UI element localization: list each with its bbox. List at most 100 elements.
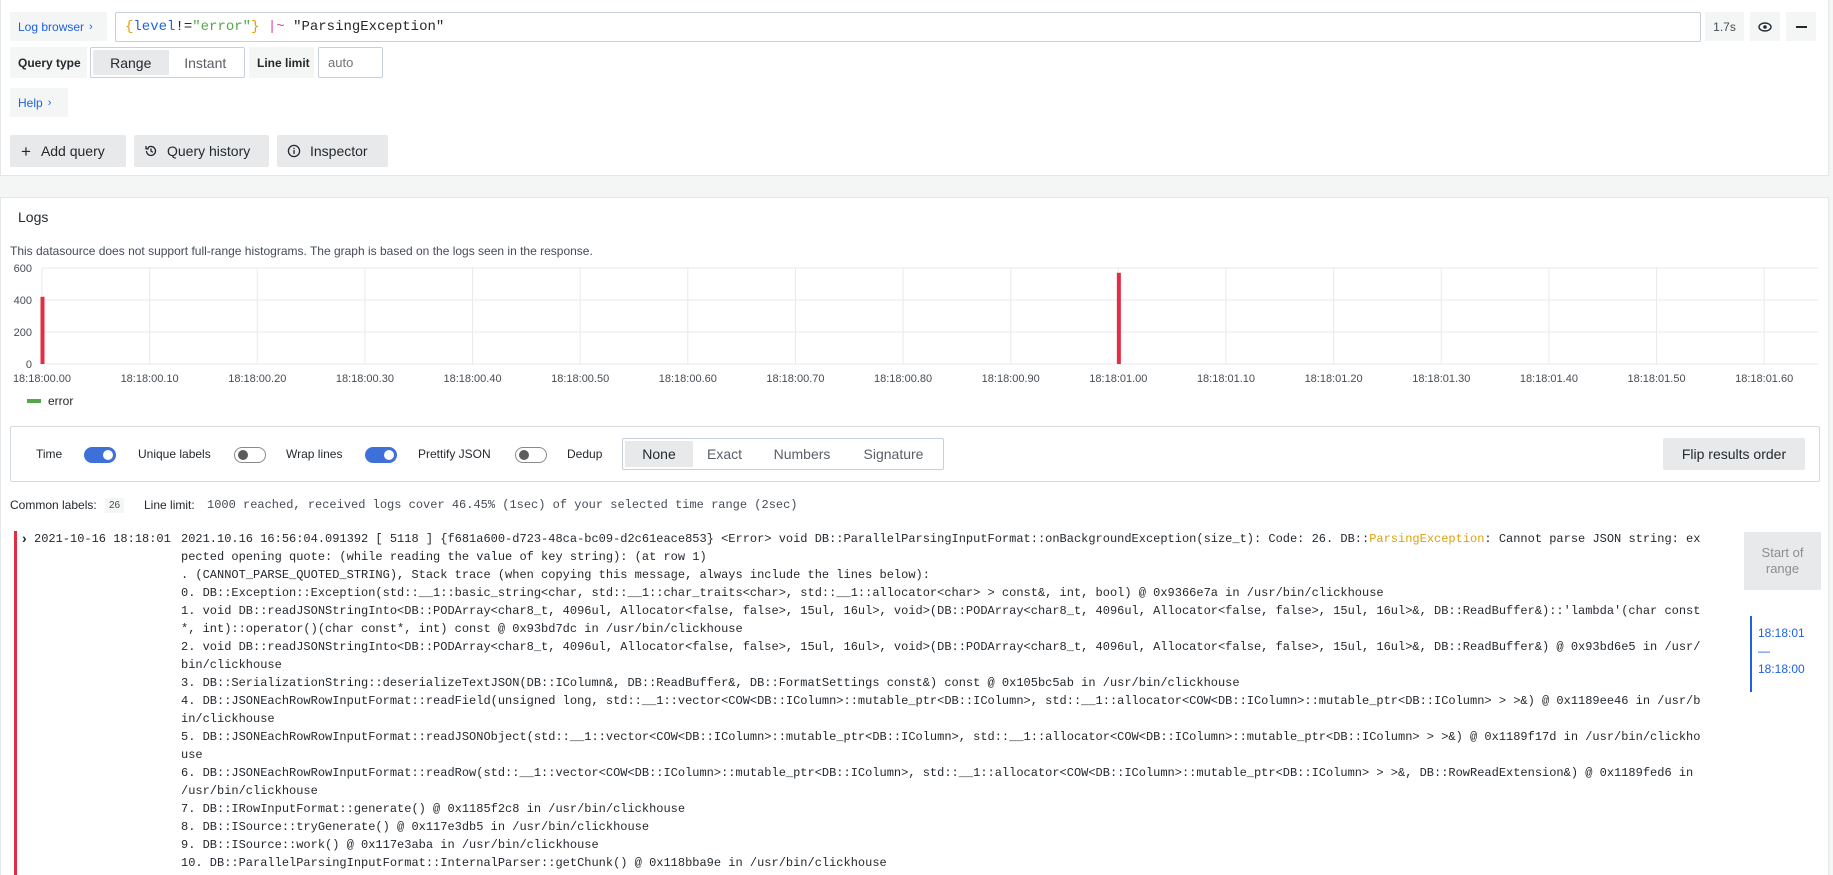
query-type-range[interactable]: Range — [93, 50, 169, 75]
inspector-button[interactable]: Inspector — [277, 135, 388, 167]
log-browser-button[interactable]: Log browser › — [10, 12, 107, 41]
log-message-line: 4. DB::JSONEachRowRowInputFormat::readFi… — [181, 692, 1700, 710]
query-input[interactable]: {level != "error"} |~ "ParsingException" — [115, 12, 1701, 42]
start-of-range-button[interactable]: Start of range — [1744, 532, 1821, 590]
range-top-time: 18:18:01 — [1758, 626, 1805, 640]
visible-range-marker[interactable]: 18:18:01 — 18:18:00 — [1750, 616, 1810, 692]
range-bottom-time: 18:18:00 — [1758, 662, 1805, 676]
histogram-note: This datasource does not support full-ra… — [10, 244, 593, 258]
line-limit-meta-label: Line limit: — [144, 498, 195, 512]
wrap-lines-toggle[interactable] — [365, 447, 397, 463]
dedup-label: Dedup — [567, 447, 603, 461]
log-text: 7. DB::IRowInputFormat::generate() @ 0x1… — [181, 802, 686, 816]
unique-labels-label: Unique labels — [138, 447, 211, 461]
query-token: "error" — [192, 19, 252, 35]
x-tick-label: 18:18:00.00 — [13, 373, 71, 385]
query-history-button[interactable]: Query history — [134, 135, 269, 167]
log-message-line: pected opening quote: (while reading the… — [181, 548, 707, 566]
add-query-button[interactable]: + Add query — [10, 135, 126, 167]
history-icon — [144, 144, 158, 158]
query-token: { — [125, 19, 134, 35]
dedup-exact[interactable]: Exact — [693, 441, 756, 467]
log-text: 3. DB::SerializationString::deserializeT… — [181, 676, 1240, 690]
add-query-label: Add query — [40, 143, 105, 159]
log-message-line: 10. DB::ParallelParsingInputFormat::Inte… — [181, 854, 887, 872]
log-text: *, int)::operator()(char const*, int) co… — [181, 622, 743, 636]
minus-icon[interactable] — [1786, 12, 1816, 41]
query-token: level — [133, 19, 176, 35]
common-labels-count[interactable]: 26 — [105, 498, 125, 513]
query-token: } — [251, 19, 260, 35]
log-text: /usr/bin/clickhouse — [181, 784, 318, 798]
log-message-line: 9. DB::ISource::work() @ 0x117e3aba in /… — [181, 836, 599, 854]
log-message-line: 8. DB::ISource::tryGenerate() @ 0x117e3d… — [181, 818, 649, 836]
x-tick-label: 18:18:01.30 — [1412, 373, 1470, 385]
dedup-none[interactable]: None — [625, 441, 693, 467]
query-type-instant[interactable]: Instant — [169, 50, 243, 75]
query-token: |~ — [259, 19, 294, 35]
logs-panel: Logs This datasource does not support fu… — [0, 197, 1829, 875]
prettify-json-toggle[interactable] — [515, 447, 547, 463]
log-message-line: 6. DB::JSONEachRowRowInputFormat::readRo… — [181, 764, 1693, 782]
line-limit-input[interactable] — [318, 47, 383, 78]
query-editor-panel: Log browser › {level != "error"} |~ "Parsi… — [0, 0, 1829, 176]
logs-title: Logs — [18, 209, 49, 225]
log-timestamp: 2021-10-16 18:18:01 — [34, 532, 171, 546]
log-text: 1. void DB::readJSONStringInto<DB::PODAr… — [181, 604, 1701, 618]
query-type-radio-group: Range Instant — [90, 47, 245, 78]
log-text: in/clickhouse — [181, 712, 275, 726]
chevron-right-icon: › — [47, 96, 52, 109]
logs-histogram: 600 400 200 0 18:18:00.00 18:18:00.10 18:18:00… — [13, 263, 1818, 385]
log-text: 10. DB::ParallelParsingInputFormat::Inte… — [181, 856, 887, 870]
eye-icon[interactable] — [1750, 12, 1780, 41]
dedup-radio-group: None Exact Numbers Signature — [622, 438, 944, 470]
log-message-line: 1. void DB::readJSONStringInto<DB::PODAr… — [181, 602, 1700, 620]
unique-labels-toggle[interactable] — [234, 447, 266, 463]
time-toggle[interactable] — [84, 447, 116, 463]
flip-results-order-button[interactable]: Flip results order — [1663, 438, 1805, 470]
histogram-bar[interactable] — [1116, 272, 1121, 364]
chevron-right-icon[interactable]: › — [22, 530, 27, 546]
log-message-line: use — [181, 746, 203, 764]
info-circle-icon — [287, 144, 301, 158]
legend-swatch — [27, 399, 41, 403]
x-tick-label: 18:18:00.10 — [121, 373, 179, 385]
x-tick-label: 18:18:01.20 — [1305, 373, 1363, 385]
y-tick-label: 600 — [14, 263, 32, 275]
log-row[interactable]: › 2021-10-16 18:18:01 2021.10.16 16:56:0… — [10, 530, 1735, 875]
histogram-bar[interactable] — [40, 296, 45, 364]
x-tick-label: 18:18:00.70 — [766, 373, 824, 385]
y-tick-label: 400 — [14, 295, 32, 307]
log-message-line: 3. DB::SerializationString::deserializeT… — [181, 674, 1240, 692]
x-tick-label: 18:18:00.40 — [443, 373, 501, 385]
log-text: 0. DB::Exception::Exception(std::__1::ba… — [181, 586, 1384, 600]
log-message-line: *, int)::operator()(char const*, int) co… — [181, 620, 743, 638]
legend-item-error[interactable]: error — [27, 394, 73, 408]
query-history-label: Query history — [167, 143, 251, 159]
plus-icon: + — [21, 141, 31, 161]
chevron-right-icon: › — [89, 20, 93, 33]
x-tick-label: 18:18:01.00 — [1089, 373, 1147, 385]
log-text: 6. DB::JSONEachRowRowInputFormat::readRo… — [181, 766, 1694, 780]
range-dash: — — [1758, 644, 1770, 658]
log-options-bar: Time Unique labels Wrap lines Prettify J… — [10, 426, 1820, 482]
log-level-bar — [14, 531, 17, 875]
log-text: 5. DB::JSONEachRowRowInputFormat::readJS… — [181, 730, 1701, 744]
common-labels-label: Common labels: — [10, 498, 97, 512]
wrap-lines-label: Wrap lines — [286, 447, 343, 461]
x-tick-label: 18:18:01.60 — [1735, 373, 1793, 385]
log-message-line: 7. DB::IRowInputFormat::generate() @ 0x1… — [181, 800, 685, 818]
log-text: bin/clickhouse — [181, 658, 282, 672]
log-browser-label: Log browser — [18, 19, 85, 34]
help-button[interactable]: Help › — [10, 88, 68, 117]
query-token: != — [175, 19, 193, 35]
dedup-signature[interactable]: Signature — [848, 441, 939, 467]
log-message-line: . (CANNOT_PARSE_QUOTED_STRING), Stack tr… — [181, 566, 930, 584]
log-message-line: in/clickhouse — [181, 710, 275, 728]
x-tick-label: 18:18:00.80 — [874, 373, 932, 385]
prettify-json-label: Prettify JSON — [418, 447, 491, 461]
log-message-line: bin/clickhouse — [181, 656, 282, 674]
x-tick-label: 18:18:00.60 — [659, 373, 717, 385]
x-tick-label: 18:18:00.20 — [228, 373, 286, 385]
dedup-numbers[interactable]: Numbers — [756, 441, 848, 467]
